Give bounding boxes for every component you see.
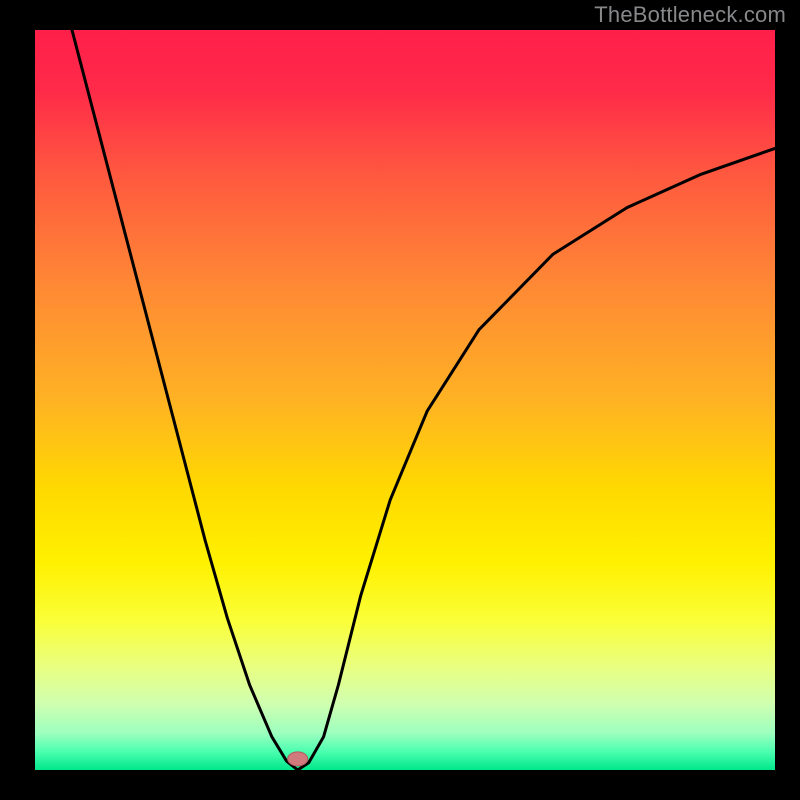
watermark-text: TheBottleneck.com (594, 2, 786, 28)
optimal-marker (288, 752, 308, 766)
chart-svg (0, 0, 800, 800)
plot-background (35, 30, 775, 770)
chart-container: TheBottleneck.com (0, 0, 800, 800)
